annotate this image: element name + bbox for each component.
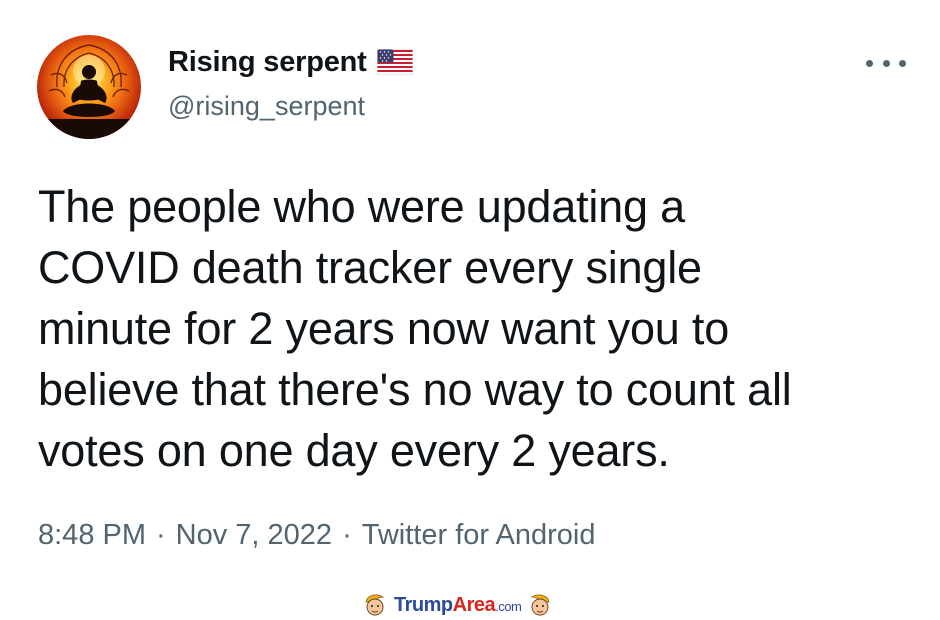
tweet-date[interactable]: Nov 7, 2022 xyxy=(176,519,332,552)
more-dot xyxy=(882,59,890,67)
tweet-text-line: votes on one day every 2 years. xyxy=(38,425,670,476)
caricature-face-icon xyxy=(365,594,385,616)
more-options-icon[interactable] xyxy=(866,50,906,76)
tweet-text-line: The people who were updating a xyxy=(38,181,685,232)
tweet-text-line: COVID death tracker every single xyxy=(38,242,702,293)
tweet-text-line: believe that there's no way to count all xyxy=(38,364,792,415)
author-handle[interactable]: @rising_serpent xyxy=(168,91,413,122)
meta-separator: · xyxy=(156,519,166,551)
tweet-time[interactable]: 8:48 PM xyxy=(38,519,146,552)
tweet-meta: 8:48 PM · Nov 7, 2022 · Twitter for Andr… xyxy=(38,519,595,552)
more-dot xyxy=(866,59,873,67)
author-display-name[interactable]: Rising serpent xyxy=(168,46,367,79)
watermark-logo: TrumpArea.com xyxy=(394,593,522,616)
tweet-text-line: minute for 2 years now want you to xyxy=(38,303,730,354)
author-block: Rising serpent @rising_serpent xyxy=(168,43,413,122)
watermark: TrumpArea.com xyxy=(362,590,553,620)
author-name-row: Rising serpent xyxy=(168,43,413,81)
meditating-figure-icon xyxy=(37,44,141,139)
us-flag-icon xyxy=(376,49,413,75)
caricature-face-icon xyxy=(530,594,550,616)
meta-separator: · xyxy=(342,519,352,551)
tweet-card: Rising serpent @rising_serpent The peopl… xyxy=(0,0,940,618)
avatar[interactable] xyxy=(37,35,141,139)
tweet-text: The people who were updating a COVID dea… xyxy=(38,176,918,481)
more-dot xyxy=(899,59,906,67)
tweet-source[interactable]: Twitter for Android xyxy=(362,519,596,552)
